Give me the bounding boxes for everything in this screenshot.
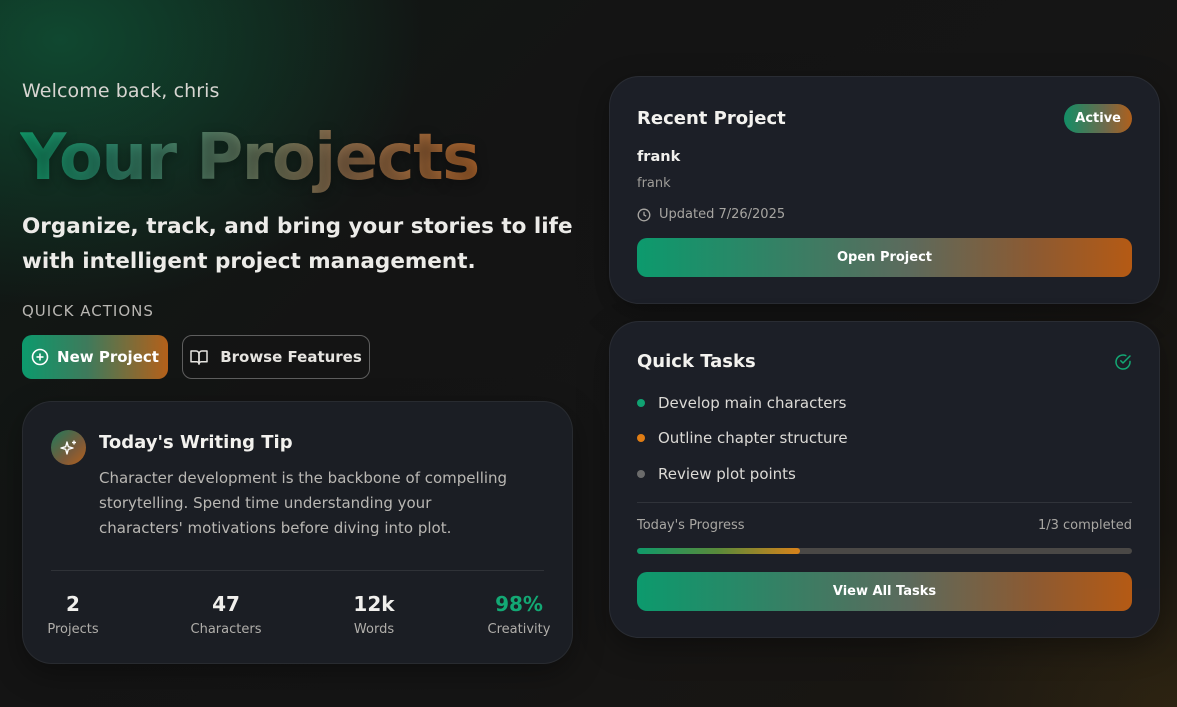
writing-tip-card: Today's Writing Tip Character developmen… xyxy=(22,401,573,664)
sparkles-icon xyxy=(51,430,86,465)
quick-actions-label: QUICK ACTIONS xyxy=(22,302,154,320)
updated-text: Updated 7/26/2025 xyxy=(659,207,786,222)
updated-info: Updated 7/26/2025 xyxy=(637,207,785,222)
stat-words: 12k Words xyxy=(319,592,429,637)
progress-count: 1/3 completed xyxy=(1037,518,1132,533)
tip-title: Today's Writing Tip xyxy=(99,432,293,453)
clock-icon xyxy=(637,208,651,222)
view-all-tasks-button[interactable]: View All Tasks xyxy=(637,572,1132,611)
stat-characters: 47 Characters xyxy=(171,592,281,637)
project-description: frank xyxy=(637,176,671,191)
task-label: Outline chapter structure xyxy=(658,429,848,447)
divider xyxy=(637,502,1132,503)
stat-value: 12k xyxy=(353,592,395,616)
check-circle-icon[interactable] xyxy=(1114,353,1132,375)
recent-project-title: Recent Project xyxy=(637,108,786,129)
stat-value: 47 xyxy=(212,592,240,616)
task-item[interactable]: Review plot points xyxy=(637,465,796,483)
welcome-text: Welcome back, chris xyxy=(22,80,220,102)
open-project-button[interactable]: Open Project xyxy=(637,238,1132,277)
stat-label: Characters xyxy=(190,622,262,637)
recent-project-card: Recent Project Active frank frank Update… xyxy=(609,76,1160,304)
stat-label: Projects xyxy=(47,622,99,637)
page-title: Your Projects xyxy=(20,118,480,198)
task-dot xyxy=(637,399,645,407)
status-badge: Active xyxy=(1064,104,1132,133)
quick-tasks-title: Quick Tasks xyxy=(637,351,756,372)
task-item[interactable]: Outline chapter structure xyxy=(637,429,848,447)
stat-projects: 2 Projects xyxy=(18,592,128,637)
divider xyxy=(51,570,544,571)
task-dot xyxy=(637,470,645,478)
quick-tasks-card: Quick Tasks Develop main characters Outl… xyxy=(609,321,1160,638)
page-subtitle: Organize, track, and bring your stories … xyxy=(22,214,573,274)
new-project-label: New Project xyxy=(57,348,159,366)
new-project-button[interactable]: New Project xyxy=(22,335,168,379)
project-name: frank xyxy=(637,149,681,165)
progress-fill xyxy=(637,548,801,554)
stat-creativity: 98% Creativity xyxy=(464,592,574,637)
task-item[interactable]: Develop main characters xyxy=(637,394,846,412)
browse-features-button[interactable]: Browse Features xyxy=(182,335,370,379)
task-label: Review plot points xyxy=(658,465,796,483)
task-dot xyxy=(637,434,645,442)
stat-value: 98% xyxy=(495,592,543,616)
tip-body: Character development is the backbone of… xyxy=(99,469,508,537)
browse-features-label: Browse Features xyxy=(220,348,362,366)
book-open-icon xyxy=(190,349,208,365)
progress-bar xyxy=(637,548,1132,554)
stat-value: 2 xyxy=(66,592,80,616)
task-label: Develop main characters xyxy=(658,394,847,412)
stat-label: Creativity xyxy=(487,622,551,637)
stat-label: Words xyxy=(353,622,395,637)
progress-label: Today's Progress xyxy=(637,518,745,533)
plus-circle-icon xyxy=(31,348,49,366)
